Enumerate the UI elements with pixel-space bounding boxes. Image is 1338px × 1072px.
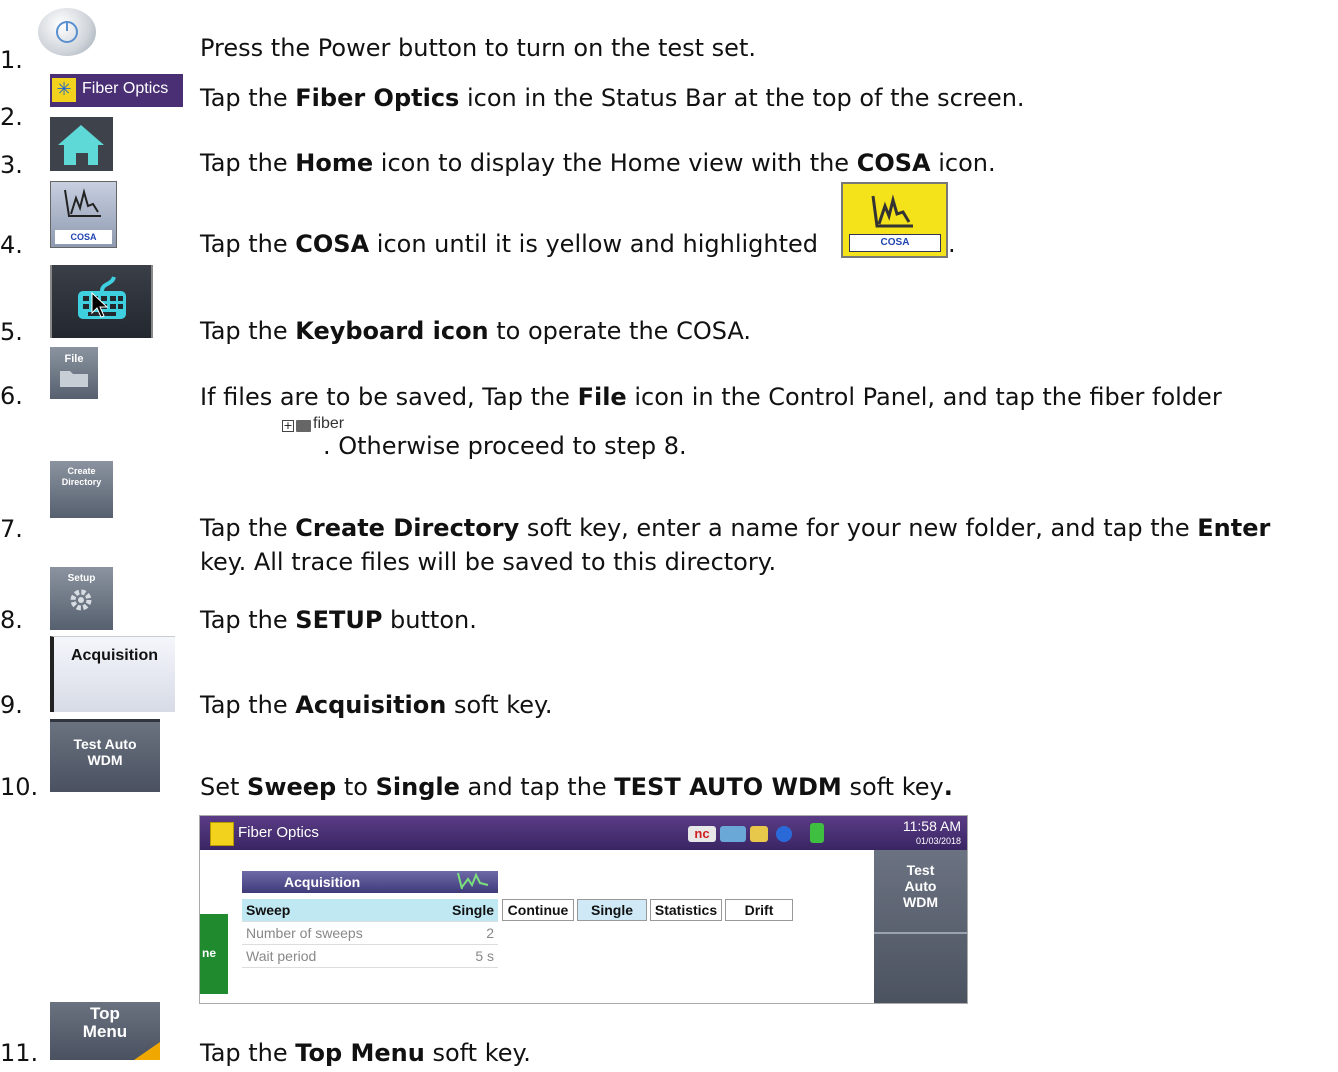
step-number: 7.: [0, 515, 23, 543]
cosa-highlighted-icon: COSA: [841, 182, 948, 258]
bluetooth-icon: [776, 826, 792, 842]
setup-button-icon: Setup: [50, 567, 113, 630]
softkey-panel: Test Auto WDM: [874, 850, 967, 1003]
acquisition-screenshot: Fiber Optics nc 11:58 AM 01/03/2018 ne A…: [199, 815, 968, 1004]
step-number: 8.: [0, 606, 23, 634]
test-auto-wdm-softkey-icon: Test Auto WDM: [50, 719, 160, 792]
fiber-optics-label: Fiber Optics: [82, 80, 169, 97]
option-drift[interactable]: Drift: [725, 899, 793, 921]
step-number: 9.: [0, 691, 23, 719]
power-button-icon: [38, 8, 96, 56]
status-bar: Fiber Optics nc 11:58 AM 01/03/2018: [200, 816, 967, 850]
fiber-laser-icon: [210, 822, 234, 846]
cosa-icon-label: COSA: [55, 230, 112, 244]
file-button-icon: File: [50, 347, 98, 399]
test-auto-wdm-label: Test Auto WDM: [73, 736, 137, 768]
wait-period-row[interactable]: Wait period 5 s: [242, 945, 498, 968]
create-directory-softkey-icon: Create Directory: [50, 461, 113, 518]
acquisition-softkey-icon: Acquisition: [50, 636, 175, 712]
speaker-icon: [750, 826, 768, 842]
step-1-text: Press the Power button to turn on the te…: [200, 34, 756, 62]
step-number: 5.: [0, 318, 23, 346]
date: 01/03/2018: [915, 836, 961, 846]
expand-icon: +: [282, 419, 294, 432]
cosa-label: COSA: [849, 234, 941, 252]
status-bar-title: Fiber Optics: [238, 824, 319, 841]
nc-icon: nc: [688, 826, 716, 842]
create-directory-label: Create Directory: [61, 466, 102, 487]
laser-icon: ✳: [52, 78, 76, 102]
step-number: 6.: [0, 382, 23, 410]
step-7-text: Tap the Create Directory soft key, enter…: [200, 514, 1271, 542]
acquisition-label: Acquisition: [70, 647, 159, 664]
home-icon: [50, 117, 113, 171]
network-icon: [720, 826, 746, 842]
step-11-text: Tap the Top Menu soft key.: [200, 1039, 531, 1067]
file-label: File: [64, 353, 84, 365]
top-menu-label: Top Menu: [82, 1004, 128, 1041]
step-number: 2.: [0, 103, 23, 131]
test-auto-wdm-softkey[interactable]: Test Auto WDM: [874, 850, 967, 934]
step-8-text: Tap the SETUP button.: [200, 606, 477, 634]
step-number: 1.: [0, 46, 23, 74]
step-number: 10.: [0, 773, 39, 801]
clock: 11:58 AM 01/03/2018: [903, 819, 961, 849]
step-number: 4.: [0, 231, 23, 259]
left-tab[interactable]: ne: [200, 914, 228, 994]
step-4-text: Tap the COSA icon until it is yellow and…: [200, 230, 819, 258]
corner-arrow-icon: [134, 1042, 160, 1060]
step-7-line2: key. All trace files will be saved to th…: [200, 548, 777, 576]
step-10-text: Set Sweep to Single and tap the TEST AUT…: [200, 773, 953, 801]
fiber-optics-icon: ✳ Fiber Optics: [50, 74, 183, 107]
step-6-text: If files are to be saved, Tap the File i…: [200, 383, 1222, 411]
step-4-period: .: [948, 230, 956, 258]
step-number: 3.: [0, 151, 23, 179]
step-number: 11.: [0, 1039, 39, 1067]
setup-label: Setup: [67, 573, 96, 584]
acquisition-panel-header: Acquisition: [242, 871, 498, 893]
step-2-text: Tap the Fiber Optics icon in the Status …: [200, 84, 1025, 112]
step-5-text: Tap the Keyboard icon to operate the COS…: [200, 317, 752, 345]
number-of-sweeps-row[interactable]: Number of sweeps 2: [242, 922, 498, 945]
top-menu-softkey-icon: Top Menu: [50, 1002, 160, 1060]
time: 11:58 AM: [902, 818, 961, 834]
cosa-icon: COSA: [50, 181, 117, 248]
step-3-text: Tap the Home icon to display the Home vi…: [200, 149, 996, 177]
folder-icon: [296, 420, 311, 432]
step-9-text: Tap the Acquisition soft key.: [200, 691, 553, 719]
sweep-row[interactable]: Sweep Single: [242, 899, 498, 922]
battery-icon: [810, 823, 824, 843]
option-continue[interactable]: Continue: [502, 899, 574, 921]
option-single[interactable]: Single: [577, 899, 647, 921]
keyboard-icon: [50, 265, 153, 338]
option-statistics[interactable]: Statistics: [650, 899, 722, 921]
step-6-line2: . Otherwise proceed to step 8.: [323, 432, 687, 460]
